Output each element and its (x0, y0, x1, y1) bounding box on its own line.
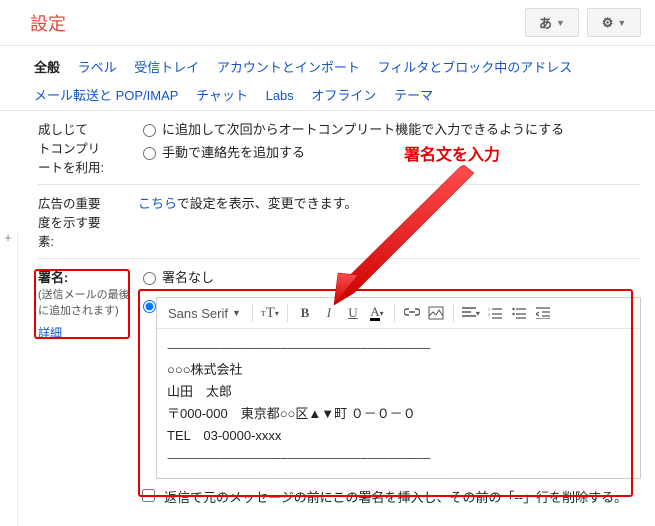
italic-button[interactable]: I (318, 302, 340, 324)
underline-button[interactable]: U (342, 302, 364, 324)
settings-tabs: 全般 ラベル 受信トレイ アカウントとインポート フィルタとブロック中のアドレス… (0, 46, 655, 111)
tab-accounts[interactable]: アカウントとインポート (217, 54, 360, 82)
row-autocomplete: 成しじて トコンプリ ートを利用: に追加して次回からオートコンプリート機能で入… (38, 111, 641, 185)
caret-down-icon: ▼ (617, 18, 626, 28)
plus-icon[interactable]: + (1, 231, 15, 245)
row-ads: 広告の重要 度を示す要 素: こちらで設定を表示、変更できます。 (38, 185, 641, 259)
tab-themes[interactable]: テーマ (394, 82, 433, 110)
list-ordered-button[interactable]: 12 (484, 302, 506, 324)
page-title: 設定 (30, 10, 517, 36)
radio-input[interactable] (143, 300, 156, 313)
list-bullet-button[interactable] (508, 302, 530, 324)
bold-button[interactable]: B (294, 302, 316, 324)
ads-settings-link[interactable]: こちら (138, 196, 177, 211)
align-button[interactable]: ▾ (460, 302, 482, 324)
settings-gear-button[interactable]: ⚙ ▼ (587, 8, 641, 37)
link-button[interactable] (401, 302, 423, 324)
radio-signature-none[interactable]: 署名なし (138, 267, 641, 286)
radio-input[interactable] (143, 147, 156, 160)
row-label: 広告の重要 度を示す要 素: (38, 193, 138, 250)
tab-general[interactable]: 全般 (34, 54, 60, 82)
row-label: 成しじて トコンプリ ートを利用: (38, 119, 138, 176)
radio-input[interactable] (143, 124, 156, 137)
svg-text:2: 2 (488, 312, 490, 317)
row-body: 署名なし Sans Serif ▼ тT▾ B I U A▾ (138, 267, 641, 506)
tab-forwarding[interactable]: メール転送と POP/IMAP (34, 82, 178, 110)
font-size-button[interactable]: тT▾ (259, 302, 281, 324)
radio-input[interactable] (143, 272, 156, 285)
tab-chat[interactable]: チャット (196, 82, 248, 110)
row-signature: 署名: (送信メールの最後に追加されます) 詳細 署名なし Sans Serif… (38, 259, 641, 514)
details-link[interactable]: 詳細 (38, 324, 62, 341)
left-gutter: + (0, 231, 18, 526)
radio-option-auto[interactable]: に追加して次回からオートコンプリート機能で入力できるようにする (138, 119, 641, 138)
caret-down-icon: ▼ (232, 308, 241, 318)
language-button[interactable]: あ ▼ (525, 8, 579, 37)
header: 設定 あ ▼ ⚙ ▼ (0, 0, 655, 46)
text-color-button[interactable]: A▾ (366, 302, 388, 324)
row-body: に追加して次回からオートコンプリート機能で入力できるようにする 手動で連絡先を追… (138, 119, 641, 176)
tab-inbox[interactable]: 受信トレイ (134, 54, 199, 82)
tab-labels[interactable]: ラベル (78, 54, 117, 82)
row-label: 署名: (送信メールの最後に追加されます) 詳細 (38, 267, 138, 506)
signature-textarea[interactable]: ----------------------------------------… (157, 329, 640, 478)
radio-option-manual[interactable]: 手動で連絡先を追加する (138, 142, 641, 161)
reply-insert-checkbox-row[interactable]: 返信で元のメッセージの前にこの署名を挿入し、その前の「--」行を削除する。 (138, 487, 641, 506)
font-select[interactable]: Sans Serif ▼ (163, 303, 246, 324)
signature-editor: Sans Serif ▼ тT▾ B I U A▾ (156, 297, 641, 479)
tab-offline[interactable]: オフライン (311, 82, 376, 110)
checkbox-input[interactable] (142, 489, 155, 502)
settings-content: + 成しじて トコンプリ ートを利用: に追加して次回からオートコンプリート機能… (0, 111, 655, 526)
tab-labs[interactable]: Labs (266, 82, 294, 110)
editor-toolbar: Sans Serif ▼ тT▾ B I U A▾ (157, 298, 640, 329)
tab-filters[interactable]: フィルタとブロック中のアドレス (378, 54, 573, 82)
row-body: こちらで設定を表示、変更できます。 (138, 193, 641, 250)
image-button[interactable] (425, 302, 447, 324)
gear-icon: ⚙ (602, 15, 614, 31)
caret-down-icon: ▼ (556, 18, 565, 28)
indent-less-button[interactable] (532, 302, 554, 324)
